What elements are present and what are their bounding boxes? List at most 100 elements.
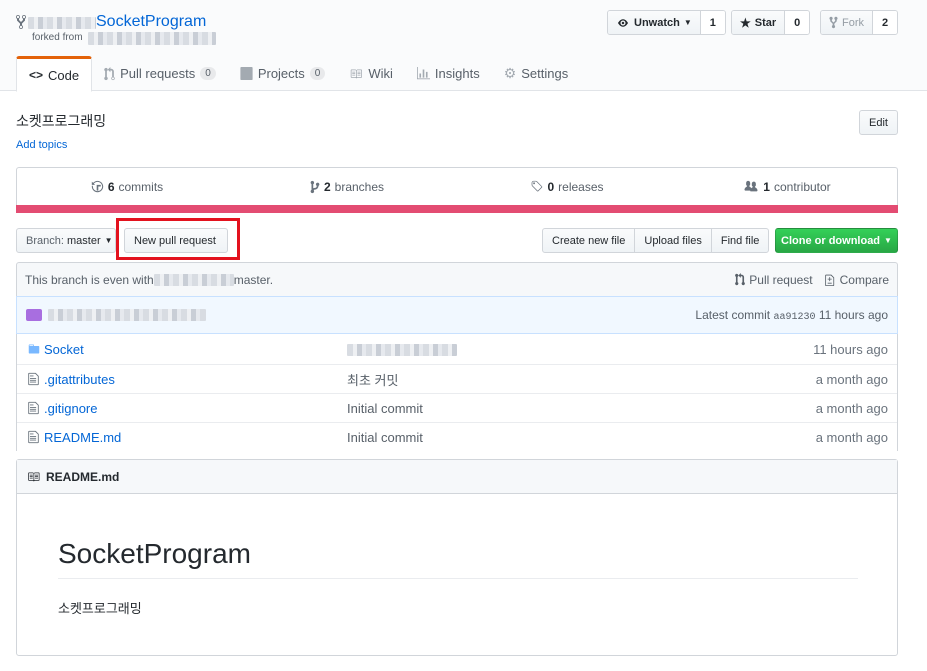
diff-icon bbox=[824, 274, 834, 286]
tab-wiki[interactable]: Wiki bbox=[337, 56, 405, 91]
file-commit-message[interactable]: Initial commit bbox=[347, 430, 727, 445]
commit-sha-link[interactable]: aa91230 bbox=[773, 312, 815, 323]
annotation-highlight-box bbox=[116, 218, 240, 260]
latest-commit-bar: Latest commit aa91230 11 hours ago bbox=[16, 296, 898, 334]
readme-title: SocketProgram bbox=[58, 538, 251, 569]
star-icon: ★ bbox=[740, 15, 751, 30]
tab-code[interactable]: <> Code bbox=[16, 56, 93, 92]
fork-icon bbox=[829, 16, 838, 29]
forks-count[interactable]: 2 bbox=[873, 11, 897, 34]
create-new-file-button[interactable]: Create new file bbox=[542, 228, 636, 253]
file-list: Socket 11 hours ago .gitattributes 최초 커밋… bbox=[16, 334, 898, 451]
git-pull-request-icon bbox=[104, 66, 115, 80]
gear-icon: ⚙ bbox=[503, 65, 517, 81]
repo-description: 소켓프로그래밍 bbox=[16, 113, 107, 129]
file-name-link[interactable]: README.md bbox=[44, 430, 347, 445]
code-icon: <> bbox=[29, 68, 44, 82]
book-icon bbox=[351, 69, 363, 78]
git-pull-request-icon bbox=[735, 273, 746, 286]
branches-count: 2 bbox=[323, 179, 331, 194]
contributors-count: 1 bbox=[763, 179, 770, 194]
tab-pull-requests-label: Pull requests bbox=[120, 66, 196, 81]
commits-count: 6 bbox=[107, 179, 115, 194]
file-name-link[interactable]: Socket bbox=[44, 342, 347, 357]
caret-down-icon: ▼ bbox=[683, 18, 692, 27]
repo-header: SocketProgram forked from Unwatch ▼ 1 ★ … bbox=[0, 0, 927, 92]
file-icon bbox=[17, 372, 44, 386]
tab-pull-requests[interactable]: Pull requests 0 bbox=[92, 56, 228, 91]
star-label: Star bbox=[754, 16, 777, 29]
people-icon bbox=[744, 180, 758, 192]
repo-nav-tabs: <> Code Pull requests 0 Projects 0 Wiki … bbox=[16, 56, 581, 92]
tab-insights[interactable]: Insights bbox=[405, 56, 492, 91]
fork-button-group: Fork 2 bbox=[820, 10, 898, 35]
releases-count: 0 bbox=[547, 179, 555, 194]
branch-prefix: Branch: bbox=[26, 234, 64, 247]
add-topics-link[interactable]: Add topics bbox=[16, 139, 67, 151]
caret-down-icon: ▼ bbox=[104, 236, 113, 245]
folder-icon bbox=[17, 343, 44, 355]
book-icon bbox=[28, 472, 40, 481]
forked-from-source-blurred[interactable] bbox=[88, 32, 216, 45]
commit-message-blurred[interactable] bbox=[347, 344, 457, 357]
compare-label: Compare bbox=[839, 272, 889, 287]
file-age: a month ago bbox=[815, 371, 888, 387]
file-row[interactable]: Socket 11 hours ago bbox=[17, 334, 897, 364]
file-row[interactable]: README.md Initial commit a month ago bbox=[17, 422, 897, 451]
find-file-button[interactable]: Find file bbox=[710, 228, 770, 253]
language-bar[interactable] bbox=[16, 205, 898, 213]
tab-projects[interactable]: Projects 0 bbox=[228, 56, 338, 91]
file-icon bbox=[17, 401, 44, 415]
clone-or-download-button[interactable]: Clone or download ▼ bbox=[775, 228, 898, 253]
upstream-repo-blurred[interactable] bbox=[153, 273, 234, 286]
stargazers-count[interactable]: 0 bbox=[785, 11, 810, 34]
tab-insights-label: Insights bbox=[434, 66, 480, 81]
pull-requests-counter: 0 bbox=[200, 67, 216, 80]
watch-button-group: Unwatch ▼ 1 bbox=[607, 10, 726, 35]
branch-select-button[interactable]: Branch: master ▼ bbox=[16, 228, 116, 253]
tab-code-label: Code bbox=[48, 67, 80, 83]
projects-counter: 0 bbox=[309, 67, 326, 80]
contributors-label: contributor bbox=[773, 179, 831, 194]
file-commit-message[interactable]: Initial commit bbox=[347, 401, 727, 416]
tab-settings-label: Settings bbox=[521, 66, 569, 81]
fork-button[interactable]: Fork bbox=[821, 11, 873, 34]
releases-label: releases bbox=[558, 179, 604, 194]
upload-files-button[interactable]: Upload files bbox=[634, 228, 712, 253]
unwatch-button[interactable]: Unwatch ▼ bbox=[608, 11, 701, 34]
watchers-count[interactable]: 1 bbox=[700, 11, 725, 34]
file-icon bbox=[17, 430, 44, 444]
repo-name-link[interactable]: SocketProgram bbox=[96, 13, 206, 31]
readme-panel: README.md SocketProgram 소켓프로그래밍 bbox=[16, 459, 898, 656]
star-button[interactable]: ★ Star bbox=[732, 11, 786, 34]
file-age: a month ago bbox=[815, 400, 888, 416]
owner-name-blurred[interactable] bbox=[28, 17, 96, 29]
file-name-link[interactable]: .gitattributes bbox=[44, 372, 347, 387]
edit-description-button[interactable]: Edit bbox=[859, 110, 898, 135]
file-actions-group: Create new file Upload files Find file bbox=[542, 228, 770, 253]
caret-down-icon: ▼ bbox=[884, 236, 892, 245]
branch-status-text-end: master. bbox=[233, 272, 274, 287]
file-commit-message[interactable]: 최초 커밋 bbox=[347, 370, 727, 389]
repo-forked-icon bbox=[16, 14, 26, 30]
file-row[interactable]: .gitignore Initial commit a month ago bbox=[17, 393, 897, 422]
branch-status-text: This branch is even with bbox=[25, 272, 154, 287]
tab-wiki-label: Wiki bbox=[368, 66, 393, 81]
tab-settings[interactable]: ⚙ Settings bbox=[492, 56, 581, 91]
git-branch-icon bbox=[310, 180, 320, 193]
branch-name: master bbox=[66, 234, 101, 247]
star-button-group: ★ Star 0 bbox=[731, 10, 811, 35]
clone-label: Clone or download bbox=[781, 234, 881, 247]
file-name-link[interactable]: .gitignore bbox=[44, 401, 347, 416]
file-row[interactable]: .gitattributes 최초 커밋 a month ago bbox=[17, 364, 897, 393]
readme-header: README.md bbox=[17, 460, 897, 494]
pull-request-link[interactable]: Pull request bbox=[735, 273, 813, 287]
latest-commit-info: Latest commit aa91230 11 hours ago bbox=[695, 308, 888, 323]
unwatch-label: Unwatch bbox=[634, 16, 680, 29]
graph-icon bbox=[416, 67, 430, 80]
file-commit-message[interactable] bbox=[347, 342, 727, 357]
commit-author-and-message-blurred[interactable] bbox=[48, 309, 206, 321]
compare-link[interactable]: Compare bbox=[824, 272, 889, 287]
author-avatar[interactable] bbox=[26, 309, 42, 321]
tab-projects-label: Projects bbox=[257, 66, 305, 81]
